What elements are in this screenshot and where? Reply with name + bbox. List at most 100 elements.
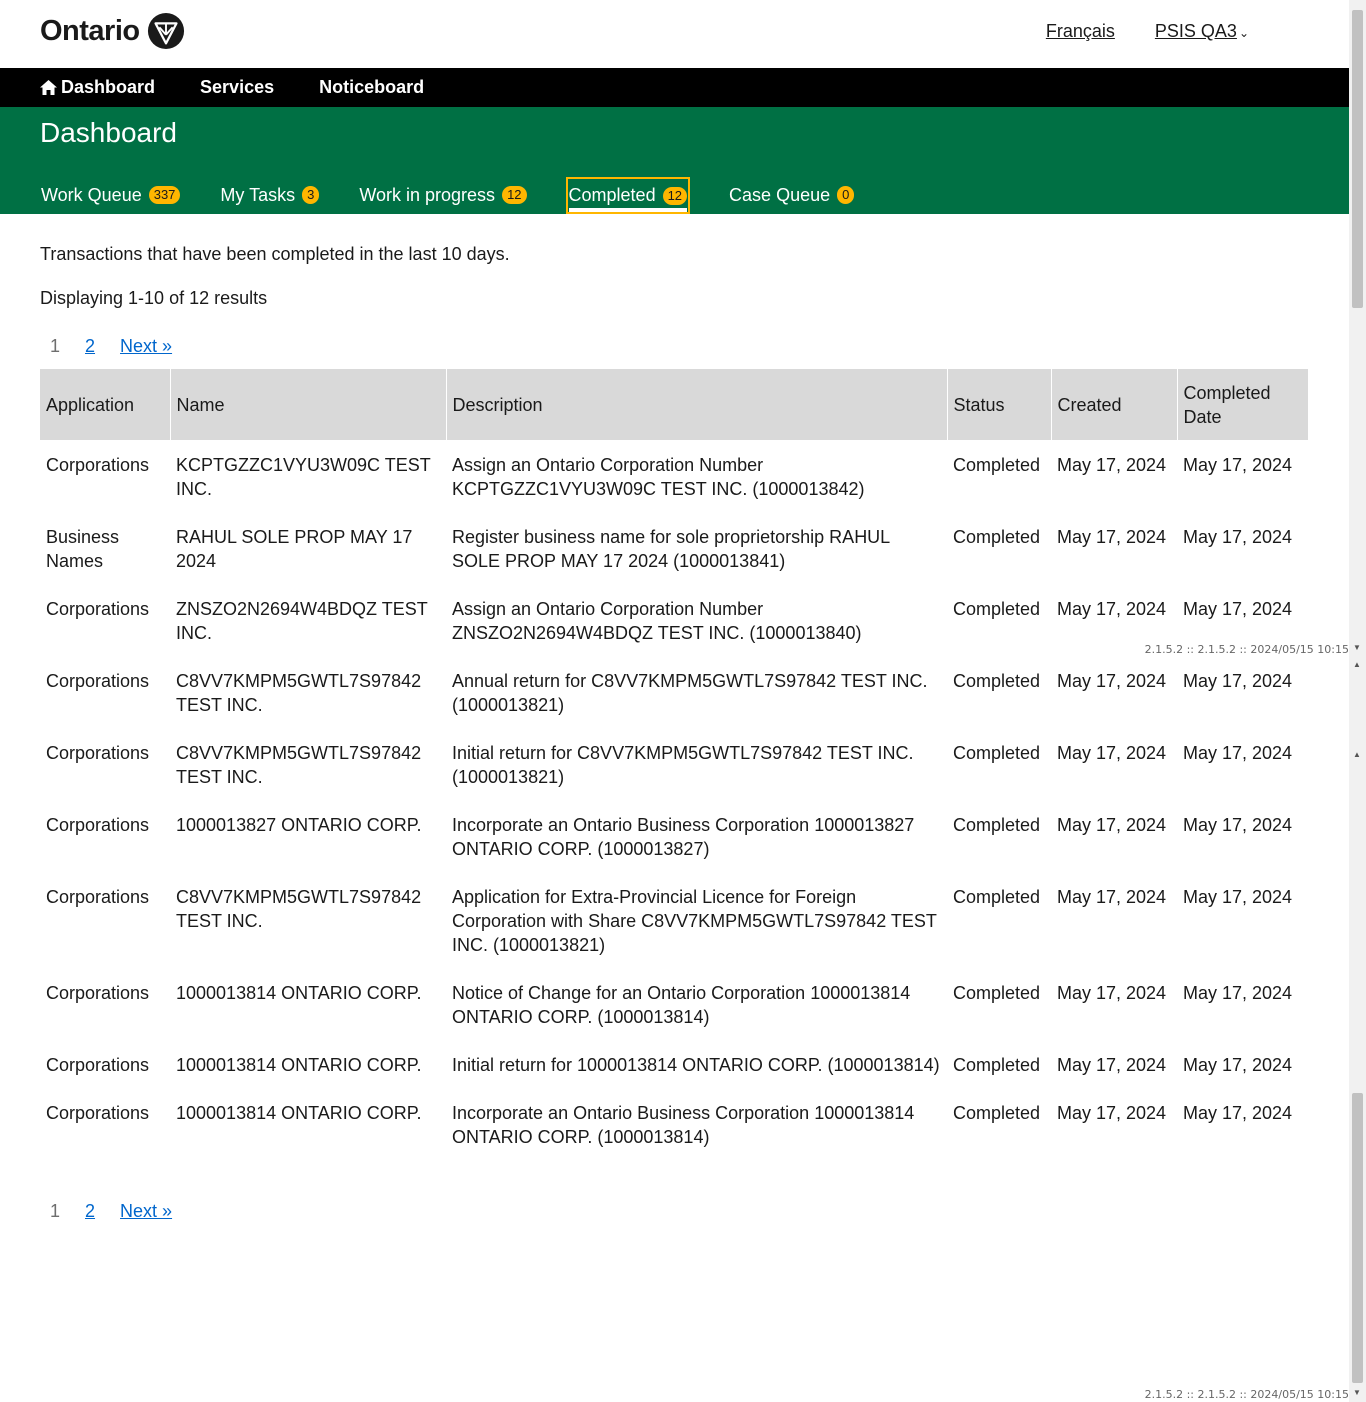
chevron-down-icon: ⌄: [1238, 26, 1249, 40]
tab-label: My Tasks: [220, 184, 296, 205]
scroll-up-arrow-icon[interactable]: ▲: [1353, 660, 1361, 669]
cell-completed-date: May 17, 2024: [1183, 815, 1293, 835]
table-row[interactable]: Corporations 1000013814 ONTARIO CORP. Init…: [40, 1040, 1308, 1088]
cell-application: Corporations: [46, 671, 150, 691]
cell-description: Application for Extra-Provincial Licence…: [452, 887, 937, 955]
tab-label: Case Queue: [729, 184, 831, 205]
col-name[interactable]: Name: [169, 369, 446, 440]
cell-completed-date: May 17, 2024: [1183, 455, 1293, 475]
cell-status: Completed: [953, 1055, 1041, 1075]
cell-description: Initial return for 1000013814 ONTARIO CO…: [452, 1055, 940, 1075]
pagination-bottom: 1 2 Next »: [50, 1201, 197, 1222]
table-row[interactable]: Corporations C8VV7KMPM5GWTL7S97842 TEST I…: [40, 728, 1308, 800]
table-row[interactable]: Business Names RAHUL SOLE PROP MAY 17 202…: [40, 512, 1308, 584]
cell-name: KCPTGZZC1VYU3W09C TEST INC.: [176, 455, 431, 499]
scroll-up-arrow-icon[interactable]: ▲: [1353, 750, 1361, 759]
scrollbar-thumb[interactable]: [1352, 10, 1363, 308]
tab-case-queue[interactable]: Case Queue 0: [728, 177, 855, 213]
cell-description: Incorporate an Ontario Business Corporat…: [452, 1103, 915, 1147]
cell-created: May 17, 2024: [1057, 671, 1167, 691]
cell-name: 1000013814 ONTARIO CORP.: [176, 983, 422, 1003]
table-row[interactable]: Corporations ZNSZO2N2694W4BDQZ TEST INC. A…: [40, 584, 1308, 656]
cell-completed-date: May 17, 2024: [1183, 743, 1293, 763]
nav-dashboard-label: Dashboard: [61, 77, 156, 97]
version-text: 2.1.5.2 :: 2.1.5.2 :: 2024/05/15 10:15: [1144, 1388, 1349, 1401]
cell-application: Corporations: [46, 983, 150, 1003]
main-nav: Dashboard Services Noticeboard: [0, 68, 1349, 107]
col-description[interactable]: Description: [445, 369, 947, 440]
col-created[interactable]: Created: [1050, 369, 1177, 440]
table-row[interactable]: Corporations 1000013827 ONTARIO CORP. Inco…: [40, 800, 1308, 872]
cell-completed-date: May 17, 2024: [1183, 671, 1293, 691]
tab-label: Completed: [568, 185, 656, 205]
tab-work-queue[interactable]: Work Queue 337: [40, 177, 181, 213]
scrollbar-thumb[interactable]: [1352, 1093, 1363, 1383]
logo-text: Ontario: [40, 14, 140, 47]
cell-name: ZNSZO2N2694W4BDQZ TEST INC.: [176, 599, 428, 643]
page-title: Dashboard: [40, 117, 177, 148]
cell-status: Completed: [953, 815, 1041, 835]
cell-status: Completed: [953, 983, 1041, 1003]
dashboard-banner: Dashboard Work Queue 337 My Tasks 3 Work i…: [0, 107, 1349, 214]
tab-my-tasks[interactable]: My Tasks 3: [219, 177, 320, 213]
cell-status: Completed: [953, 743, 1041, 763]
table-row[interactable]: Corporations C8VV7KMPM5GWTL7S97842 TEST I…: [40, 872, 1308, 968]
cell-description: Assign an Ontario Corporation Number ZNS…: [452, 599, 862, 643]
cell-status: Completed: [953, 527, 1041, 547]
table-row[interactable]: Corporations 1000013814 ONTARIO CORP. Inco…: [40, 1088, 1308, 1160]
nav-dashboard[interactable]: Dashboard: [40, 77, 155, 98]
francais-link[interactable]: Français: [1046, 21, 1115, 42]
nav-noticeboard[interactable]: Noticeboard: [319, 77, 424, 98]
cell-application: Corporations: [46, 887, 150, 907]
scroll-down-arrow-icon[interactable]: ▼: [1353, 643, 1361, 652]
cell-description: Initial return for C8VV7KMPM5GWTL7S97842…: [452, 743, 914, 787]
table-row[interactable]: Corporations KCPTGZZC1VYU3W09C TEST INC. A…: [40, 440, 1308, 512]
next-page-link[interactable]: Next »: [120, 336, 172, 357]
home-icon: [40, 80, 57, 95]
scrollbar[interactable]: ▼ ▲ ▲ ▼: [1349, 0, 1366, 1402]
cell-application: Corporations: [46, 815, 150, 835]
current-page: 1: [50, 336, 61, 356]
ontario-logo[interactable]: Ontario: [40, 12, 185, 50]
table-row[interactable]: Corporations C8VV7KMPM5GWTL7S97842 TEST I…: [40, 656, 1308, 728]
current-page: 1: [50, 1201, 61, 1221]
cell-name: C8VV7KMPM5GWTL7S97842 TEST INC.: [176, 887, 422, 931]
cell-description: Annual return for C8VV7KMPM5GWTL7S97842 …: [452, 671, 928, 715]
cell-application: Corporations: [46, 455, 150, 475]
tab-work-in-progress[interactable]: Work in progress 12: [358, 177, 527, 213]
cell-created: May 17, 2024: [1057, 743, 1167, 763]
table-row[interactable]: Corporations 1000013814 ONTARIO CORP. Noti…: [40, 968, 1308, 1040]
top-header: Ontario Français PSIS QA3 ⌄: [0, 0, 1349, 68]
cell-application: Corporations: [46, 1103, 150, 1123]
cell-completed-date: May 17, 2024: [1183, 527, 1293, 547]
scroll-down-arrow-icon[interactable]: ▼: [1353, 1388, 1361, 1397]
cell-name: C8VV7KMPM5GWTL7S97842 TEST INC.: [176, 671, 422, 715]
cell-status: Completed: [953, 1103, 1041, 1123]
pagination-top: 1 2 Next »: [50, 336, 197, 357]
col-application[interactable]: Application: [40, 369, 170, 440]
intro-text: Transactions that have been completed in…: [40, 244, 510, 264]
cell-created: May 17, 2024: [1057, 455, 1167, 475]
table-header-row: Application Name Description Status Crea…: [40, 369, 1308, 440]
cell-status: Completed: [953, 887, 1041, 907]
tab-completed[interactable]: Completed 12: [565, 177, 691, 214]
col-status[interactable]: Status: [946, 369, 1051, 440]
tab-label: Work in progress: [359, 184, 496, 205]
cell-created: May 17, 2024: [1057, 1103, 1167, 1123]
cell-created: May 17, 2024: [1057, 1055, 1167, 1075]
environment-menu[interactable]: PSIS QA3 ⌄: [1155, 21, 1249, 42]
cell-created: May 17, 2024: [1057, 983, 1167, 1003]
count-badge: 337: [148, 186, 181, 204]
page-2-link[interactable]: 2: [85, 336, 95, 357]
cell-application: Corporations: [46, 1055, 150, 1075]
count-badge: 3: [302, 186, 320, 204]
count-badge: 0: [837, 186, 855, 204]
page-2-link[interactable]: 2: [85, 1201, 95, 1222]
col-completed-date[interactable]: Completed Date: [1176, 369, 1308, 440]
cell-name: 1000013827 ONTARIO CORP.: [176, 815, 422, 835]
nav-services[interactable]: Services: [200, 77, 274, 98]
dashboard-tabs: Work Queue 337 My Tasks 3 Work in progress…: [40, 177, 893, 214]
next-page-link[interactable]: Next »: [120, 1201, 172, 1222]
cell-status: Completed: [953, 599, 1041, 619]
cell-created: May 17, 2024: [1057, 815, 1167, 835]
